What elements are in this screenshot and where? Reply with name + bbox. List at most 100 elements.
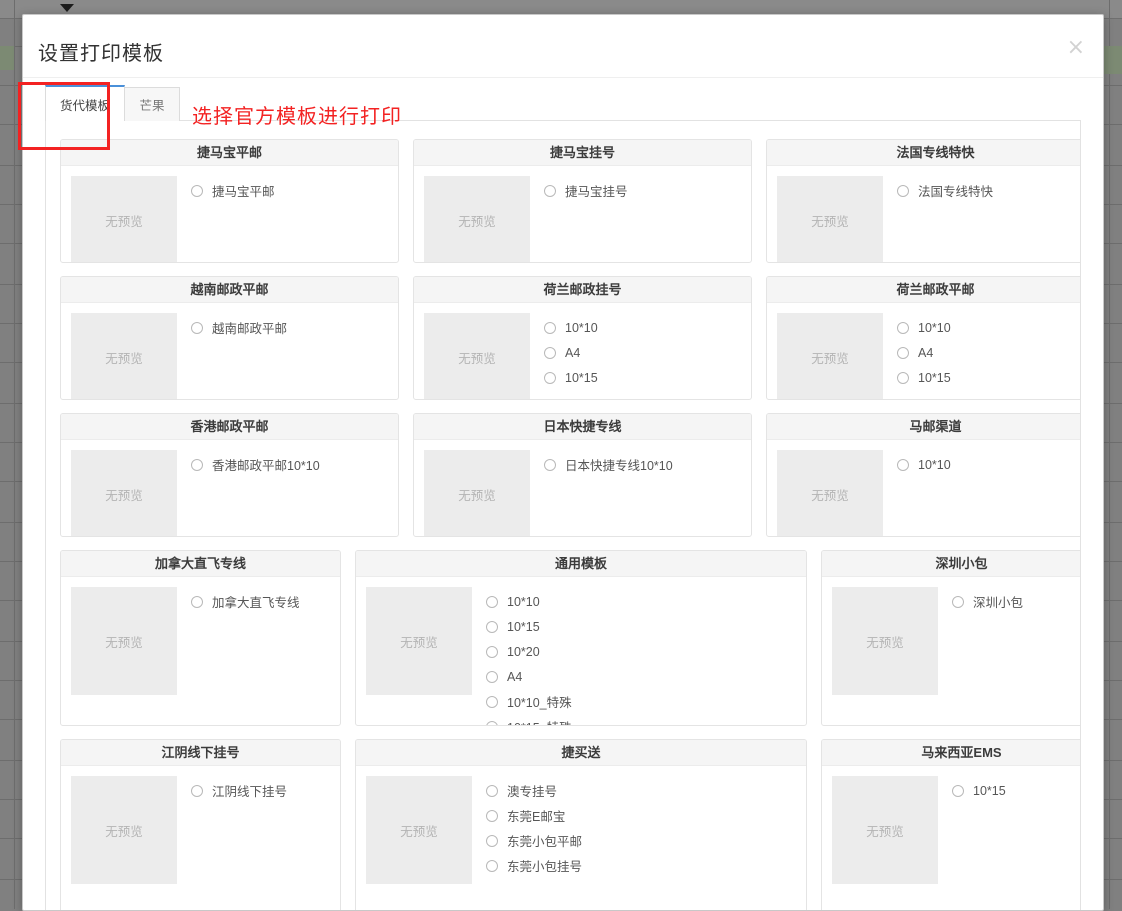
radio-button-icon[interactable] <box>486 859 498 872</box>
grid-line <box>1109 0 1110 909</box>
grid-line <box>14 0 15 909</box>
radio-button-icon[interactable] <box>191 184 203 197</box>
template-option[interactable]: 东莞小包平邮 <box>486 828 798 853</box>
template-card-body: 无预览 加拿大直飞专线 <box>61 577 340 705</box>
template-option[interactable]: 深圳小包 <box>952 589 1080 614</box>
template-card: 深圳小包 无预览 深圳小包 <box>821 550 1080 726</box>
template-option-list: 日本快捷专线10*10 <box>530 450 743 536</box>
tab-1[interactable]: 货代模板 <box>45 85 126 121</box>
radio-button-icon[interactable] <box>486 809 498 822</box>
radio-button-icon[interactable] <box>544 346 556 359</box>
radio-button-icon[interactable] <box>191 595 203 608</box>
template-option[interactable]: 澳专挂号 <box>486 778 798 803</box>
template-option-label: A4 <box>565 345 581 360</box>
radio-button-icon[interactable] <box>544 458 556 471</box>
radio-button-icon[interactable] <box>486 834 498 847</box>
spreadsheet-row <box>0 363 22 404</box>
preview-placeholder: 无预览 <box>777 450 883 536</box>
print-template-dialog: 设置打印模板 × 货代模板 芒果 捷马宝平邮 无预览 捷马宝平邮 捷马宝挂号 无预览 捷马宝… <box>22 14 1104 911</box>
header-divider <box>23 77 1103 78</box>
radio-button-icon[interactable] <box>897 371 909 384</box>
template-option-label: 10*15_特殊 <box>507 717 572 725</box>
template-option-list: 10*15 <box>938 776 1080 884</box>
radio-button-icon[interactable] <box>486 720 498 725</box>
dropdown-caret-icon[interactable] <box>60 4 74 12</box>
template-option[interactable]: 10*20 <box>486 639 798 664</box>
radio-button-icon[interactable] <box>897 184 909 197</box>
radio-button-icon[interactable] <box>952 595 964 608</box>
template-card-title: 法国专线特快 <box>767 140 1080 166</box>
template-option[interactable]: A4 <box>544 340 743 365</box>
radio-button-icon[interactable] <box>486 645 498 658</box>
template-option[interactable]: 10*15 <box>486 614 798 639</box>
spreadsheet-row <box>0 720 22 761</box>
preview-placeholder: 无预览 <box>832 587 938 695</box>
template-option[interactable]: 捷马宝挂号 <box>544 178 743 203</box>
template-option[interactable]: 10*10 <box>897 452 1080 477</box>
spreadsheet-row <box>0 761 22 800</box>
radio-button-icon[interactable] <box>486 784 498 797</box>
template-card-title: 荷兰邮政挂号 <box>414 277 751 303</box>
template-card: 马来西亚EMS 无预览 10*15 <box>821 739 1080 910</box>
template-option[interactable]: 东莞E邮宝 <box>486 803 798 828</box>
template-option-label: 10*15 <box>973 783 1006 798</box>
template-card: 香港邮政平邮 无预览 香港邮政平邮10*10 <box>60 413 399 537</box>
radio-button-icon[interactable] <box>952 784 964 797</box>
preview-placeholder: 无预览 <box>424 313 530 399</box>
template-option-list: 10*10 10*15 10*20 A4 10*10_特殊 10*15_特殊 <box>472 587 798 725</box>
template-option[interactable]: 香港邮政平邮10*10 <box>191 452 390 477</box>
template-card-title: 马邮渠道 <box>767 414 1080 440</box>
template-option[interactable]: 法国专线特快 <box>897 178 1080 203</box>
template-option[interactable]: 10*10 <box>897 315 1080 340</box>
tab-2[interactable]: 芒果 <box>124 87 181 121</box>
radio-button-icon[interactable] <box>544 371 556 384</box>
template-option[interactable]: 越南邮政平邮 <box>191 315 390 340</box>
radio-button-icon[interactable] <box>897 346 909 359</box>
radio-button-icon[interactable] <box>486 620 498 633</box>
template-card-body: 无预览 10*15 <box>822 766 1080 894</box>
preview-placeholder: 无预览 <box>424 450 530 536</box>
template-option[interactable]: A4 <box>897 340 1080 365</box>
radio-button-icon[interactable] <box>191 321 203 334</box>
template-option-list: 加拿大直飞专线 <box>177 587 332 695</box>
template-option-list: 10*10 A4 10*15 <box>530 313 743 399</box>
radio-button-icon[interactable] <box>544 321 556 334</box>
radio-button-icon[interactable] <box>486 695 498 708</box>
template-option[interactable]: 江阴线下挂号 <box>191 778 332 803</box>
template-card-title: 通用模板 <box>356 551 806 577</box>
template-option[interactable]: 10*10 <box>486 589 798 614</box>
template-option[interactable]: 10*10_特殊 <box>486 689 798 714</box>
template-option[interactable]: 东莞小包挂号 <box>486 853 798 878</box>
template-card-title: 捷马宝挂号 <box>414 140 751 166</box>
template-option-label: 10*20 <box>507 644 540 659</box>
template-option-label: 10*10 <box>565 320 598 335</box>
template-option[interactable]: 10*15 <box>897 365 1080 390</box>
template-option[interactable]: 10*10 <box>544 315 743 340</box>
template-option-list: 法国专线特快 <box>883 176 1080 262</box>
radio-button-icon[interactable] <box>897 458 909 471</box>
radio-button-icon[interactable] <box>486 595 498 608</box>
template-option[interactable]: 加拿大直飞专线 <box>191 589 332 614</box>
spreadsheet-row <box>0 562 22 601</box>
template-option[interactable]: 捷马宝平邮 <box>191 178 390 203</box>
template-option[interactable]: A4 <box>486 664 798 689</box>
template-option[interactable]: 10*15 <box>952 778 1080 803</box>
template-option[interactable]: 日本快捷专线10*10 <box>544 452 743 477</box>
spreadsheet-row <box>0 642 22 681</box>
template-option-list: 捷马宝平邮 <box>177 176 390 262</box>
radio-button-icon[interactable] <box>544 184 556 197</box>
radio-button-icon[interactable] <box>897 321 909 334</box>
radio-button-icon[interactable] <box>486 670 498 683</box>
preview-placeholder: 无预览 <box>777 176 883 262</box>
template-card-title: 香港邮政平邮 <box>61 414 398 440</box>
template-option-label: 香港邮政平邮10*10 <box>212 459 320 473</box>
template-card-title: 加拿大直飞专线 <box>61 551 340 577</box>
radio-button-icon[interactable] <box>191 458 203 471</box>
template-option[interactable]: 10*15 <box>544 365 743 390</box>
radio-button-icon[interactable] <box>191 784 203 797</box>
preview-placeholder: 无预览 <box>71 176 177 262</box>
template-option[interactable]: 10*15_特殊 <box>486 714 798 725</box>
close-icon[interactable]: × <box>1067 37 1085 59</box>
template-option-label: 江阴线下挂号 <box>212 785 288 799</box>
template-card-title: 日本快捷专线 <box>414 414 751 440</box>
